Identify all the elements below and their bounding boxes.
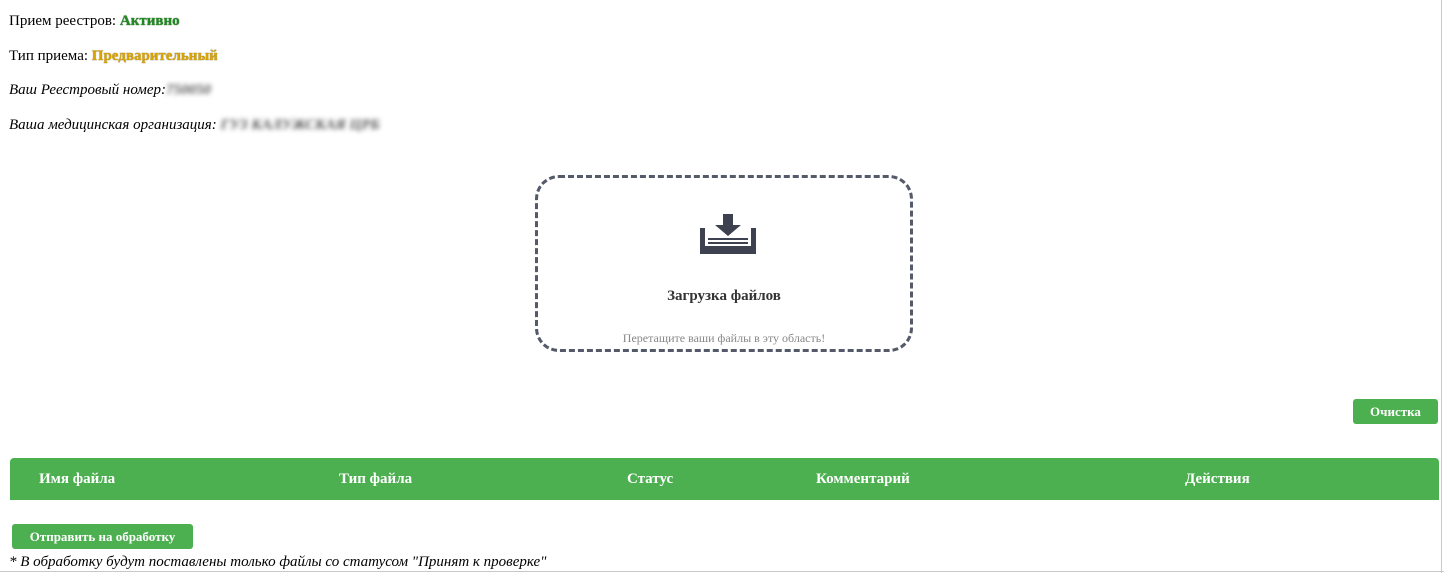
dropzone-title: Загрузка файлов — [667, 288, 781, 304]
column-file-type: Тип файла — [339, 471, 413, 487]
registry-intake-status: Активно — [119, 13, 180, 29]
registry-intake-line: Прием реестров: Активно — [9, 13, 180, 30]
column-file-name: Имя файла — [39, 471, 116, 487]
send-for-processing-button[interactable]: Отправить на обработку — [12, 524, 193, 549]
column-status: Статус — [627, 471, 674, 487]
column-actions: Действия — [1185, 471, 1250, 487]
medical-org-label: Ваша медицинская организация: — [9, 117, 217, 133]
registry-number-line: Ваш Реестровый номер:750050 — [9, 82, 211, 99]
right-border — [1441, 0, 1442, 573]
files-table-header: Имя файла Тип файла Статус Комментарий Д… — [10, 458, 1439, 500]
intake-type-label: Тип приема: — [9, 48, 89, 64]
intake-type-value: Предварительный — [91, 48, 218, 64]
registry-intake-label: Прием реестров: — [9, 13, 117, 29]
clear-button[interactable]: Очистка — [1353, 399, 1438, 424]
medical-org-value: ГУЗ КАЛУЖСКАЯ ЦРБ — [220, 117, 380, 133]
processing-footnote: * В обработку будут поставлены только фа… — [9, 554, 547, 570]
registry-number-value: 750050 — [165, 82, 211, 98]
bottom-border — [0, 571, 1444, 572]
intake-type-line: Тип приема: Предварительный — [9, 48, 218, 65]
medical-org-line: Ваша медицинская организация: ГУЗ КАЛУЖС… — [9, 117, 380, 134]
column-comment: Комментарий — [816, 471, 910, 487]
dropzone-hint: Перетащите ваши файлы в эту область! — [622, 331, 826, 345]
registry-number-label: Ваш Реестровый номер: — [9, 82, 166, 98]
download-tray-icon — [700, 214, 756, 254]
file-dropzone[interactable]: Загрузка файлов Перетащите ваши файлы в … — [535, 175, 913, 352]
